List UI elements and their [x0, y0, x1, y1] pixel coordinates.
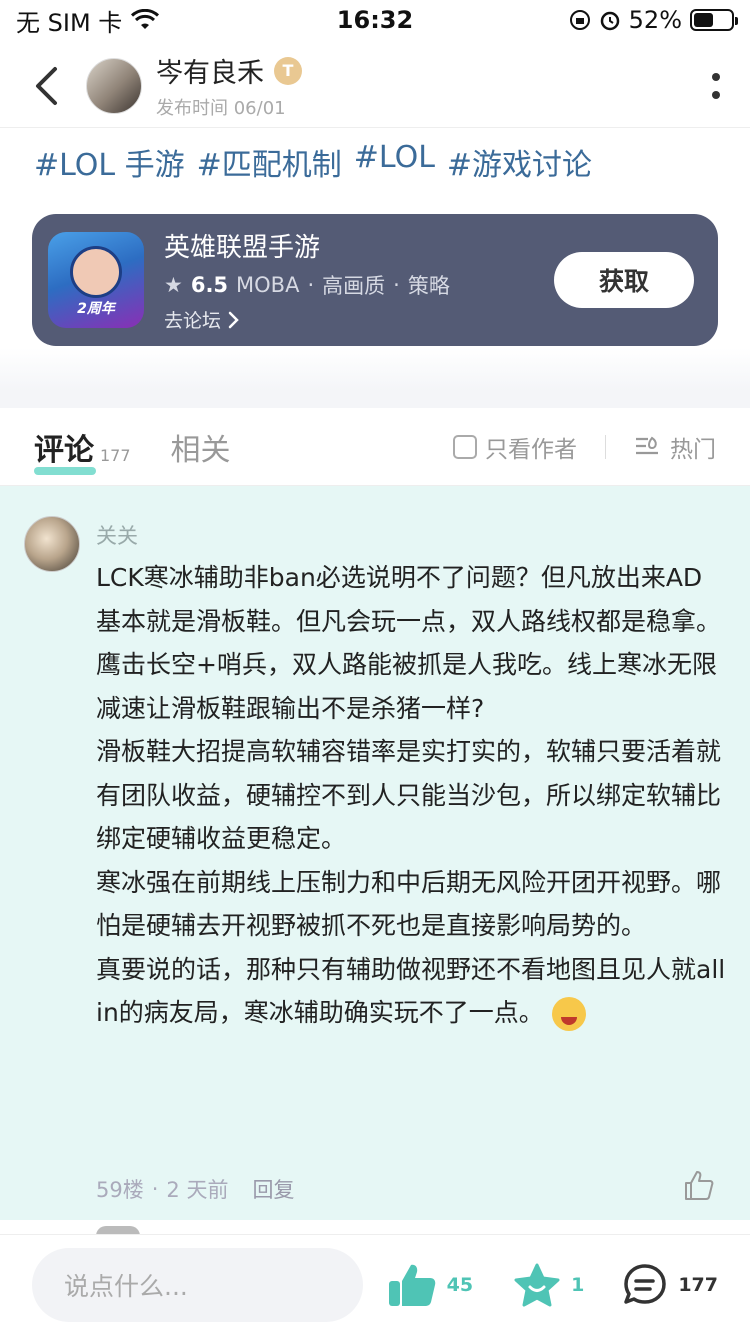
go-to-forum-link[interactable]: 去论坛: [164, 306, 450, 333]
comment-item: 关关 LCK寒冰辅助非ban必选说明不了问题？但凡放出来AD基本就是滑板鞋。但凡…: [0, 486, 750, 1220]
back-button[interactable]: [24, 56, 68, 116]
alarm-icon: [600, 11, 619, 31]
commenter-avatar[interactable]: [24, 516, 80, 572]
rotation-lock-icon: [569, 10, 590, 30]
status-bar: 无 SIM 卡 16:32 52%: [0, 0, 750, 40]
game-meta: ★ 6.5 MOBA · 高画质 · 策略: [164, 270, 450, 300]
topic-tag[interactable]: #LOL: [354, 140, 435, 184]
favorite-button[interactable]: 1: [513, 1262, 584, 1308]
game-genre: MOBA: [236, 273, 300, 297]
like-button[interactable]: 45: [387, 1262, 473, 1308]
author-only-toggle[interactable]: 只看作者: [453, 430, 577, 464]
star-icon: ★: [164, 273, 183, 297]
commenter-name[interactable]: 关关: [96, 520, 138, 550]
comment-body[interactable]: LCK寒冰辅助非ban必选说明不了问题？但凡放出来AD基本就是滑板鞋。但凡会玩一…: [96, 556, 726, 1035]
sort-hot-button[interactable]: 热门: [634, 430, 716, 464]
topic-tag[interactable]: #匹配机制: [197, 140, 342, 184]
author-avatar[interactable]: [86, 57, 142, 114]
section-divider: [0, 390, 750, 410]
emoji-sticker-icon: [551, 997, 586, 1031]
comment-paragraph: 滑板鞋大招提高软辅容错率是实打实的，软辅只要活着就有团队收益，硬辅控不到人只能当…: [96, 737, 722, 853]
comment-count: 177: [678, 1273, 718, 1296]
footer-separator: ·: [151, 1177, 159, 1201]
forum-link-label: 去论坛: [164, 310, 222, 332]
comment-input-placeholder: 说点什么...: [64, 1271, 188, 1301]
tab-comments[interactable]: 评论 177: [34, 425, 131, 475]
user-level-badge: T: [274, 56, 302, 85]
comments-button[interactable]: 177: [622, 1262, 718, 1308]
game-feature: 高画质: [322, 274, 386, 298]
game-card[interactable]: 2周年 英雄联盟手游 ★ 6.5 MOBA · 高画质 · 策略 去论坛 获取: [32, 214, 718, 346]
game-icon-caption: 2周年: [77, 301, 115, 317]
comment-paragraph: LCK寒冰辅助非ban必选说明不了问题？但凡放出来AD基本就是滑板鞋。但凡会玩一…: [96, 563, 722, 723]
topic-tags: #LOL 手游 #匹配机制 #LOL #游戏讨论: [34, 140, 592, 184]
divider: [605, 434, 606, 459]
favorite-count: 1: [571, 1273, 585, 1296]
tab-related-label: 相关: [170, 432, 231, 468]
sort-icon: [636, 436, 658, 454]
meta-separator: ·: [307, 273, 315, 297]
comment-bubble-icon: [624, 1263, 667, 1304]
more-dot-icon: [712, 90, 720, 99]
comment-paragraph: 寒冰强在前期线上压制力和中后期无风险开团开视野。哪怕是硬辅去开视野被抓不死也是直…: [96, 867, 722, 941]
carrier-label: 无 SIM 卡: [16, 8, 123, 37]
chevron-right-icon: [228, 311, 239, 328]
chevron-left-icon: [36, 66, 57, 105]
floor-number: 59楼: [96, 1178, 144, 1202]
comments-count: 177: [100, 445, 131, 465]
get-game-button[interactable]: 获取: [554, 252, 694, 308]
comment-time: 2 天前: [166, 1178, 229, 1202]
like-count: 45: [446, 1273, 474, 1296]
bottom-action-bar: 说点什么... 45 1 177: [0, 1234, 750, 1334]
more-dot-icon: [712, 72, 720, 81]
active-tab-indicator: [34, 466, 96, 475]
sort-label: 热门: [670, 436, 716, 463]
battery-icon: [690, 9, 738, 31]
tab-comments-label: 评论: [34, 432, 94, 468]
author-only-label: 只看作者: [485, 436, 577, 463]
meta-separator: ·: [393, 273, 400, 297]
game-rating: 6.5: [190, 273, 229, 297]
topic-tag[interactable]: #LOL 手游: [34, 140, 185, 184]
author-only-checkbox[interactable]: [453, 434, 477, 459]
reply-button[interactable]: 回复: [252, 1174, 294, 1204]
section-divider: [0, 348, 750, 392]
clock: 16:32: [336, 6, 414, 34]
publish-time: 发布时间 06/01: [156, 98, 286, 119]
comment-paragraph: 真要说的话，那种只有辅助做视野还不看地图且见人就all in的病友局，寒冰辅助确…: [96, 948, 726, 1035]
comment-input[interactable]: 说点什么...: [32, 1247, 363, 1322]
thumbs-up-icon: [388, 1264, 435, 1306]
wifi-icon: [131, 9, 160, 29]
thumbs-up-icon[interactable]: [682, 1168, 716, 1202]
star-icon: [514, 1263, 560, 1306]
post-header: 岑有良禾 T 发布时间 06/01: [0, 44, 750, 128]
topic-tag[interactable]: #游戏讨论: [447, 140, 592, 184]
game-category: 策略: [407, 274, 450, 298]
game-name[interactable]: 英雄联盟手游: [164, 227, 450, 264]
comment-tabs: 评论 177 相关 只看作者 热门: [0, 408, 750, 486]
comment-footer: 59楼 · 2 天前 回复: [96, 1174, 294, 1204]
battery-percent: 52%: [628, 6, 682, 34]
tab-related[interactable]: 相关: [171, 425, 231, 469]
more-options-button[interactable]: [706, 66, 726, 106]
author-name[interactable]: 岑有良禾: [156, 51, 264, 90]
game-app-icon[interactable]: 2周年: [48, 232, 144, 328]
